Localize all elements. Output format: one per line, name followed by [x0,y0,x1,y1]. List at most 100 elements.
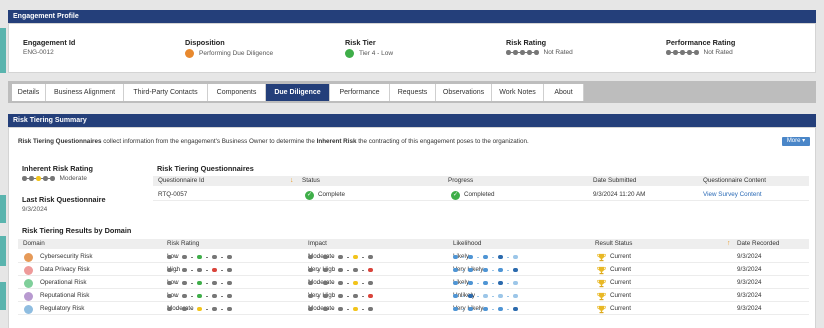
likelihood-dots-icon [453,303,518,315]
last-questionnaire-value: 9/3/2024 [22,206,48,213]
tab-requests[interactable]: Requests [390,84,436,101]
col-date-submitted[interactable]: Date Submitted [593,176,636,186]
domain-cell: Operational Risk [24,277,87,289]
accent-strip [0,282,6,310]
table-row: RTQ-0057 ✓ Complete ✓ Completed 9/3/2024 1… [153,189,809,201]
col-impact[interactable]: Impact [308,239,327,249]
col-questionnaire-content[interactable]: Questionnaire Content [703,176,766,186]
impact-cell: Moderate [308,251,373,263]
rating-dots-icon [506,50,539,55]
sort-arrow-icon[interactable]: ↑ [727,239,731,249]
disposition-value: Performing Due Diligence [185,49,273,58]
trophy-icon [597,266,606,274]
risk-rating-cell: High [167,264,232,276]
date-recorded-cell: 9/3/2024 [737,292,762,299]
rating-dots-icon [22,176,55,181]
date-recorded-cell: 9/3/2024 [737,266,762,273]
risk-rating-cell: Low [167,290,232,302]
rating-dots-icon [167,264,232,276]
view-survey-content-link[interactable]: View Survey Content [703,189,762,201]
rating-dots-icon [308,277,373,289]
likelihood-dots-icon [453,264,518,276]
domain-color-icon [24,265,33,275]
result-status-cell: Current [597,303,631,315]
likelihood-cell: Likely [453,277,518,289]
result-status-cell: Current [597,264,631,276]
domain-cell: Regulatory Risk [24,303,84,315]
risk-rating-cell: Moderate [167,303,232,315]
last-questionnaire-label: Last Risk Questionnaire [22,195,106,204]
domain-color-icon [24,291,33,301]
domain-results-header: Domain Risk Rating Impact Likelihood Res… [18,239,809,249]
disposition-label: Disposition [185,38,225,47]
rating-dots-icon [308,264,373,276]
risk-tier-label: Risk Tier [345,38,376,47]
risk-rating-cell: Low [167,277,232,289]
more-button[interactable]: More ▾ [782,137,810,146]
result-status-cell: Current [597,251,631,263]
rating-dots-icon [308,303,373,315]
table-row: Data Privacy Risk High Very High Very Likel… [18,264,809,276]
rating-dots-icon [308,290,373,302]
col-status[interactable]: Status [302,176,320,186]
likelihood-cell: Very Likely [453,264,518,276]
likelihood-dots-icon [453,277,518,289]
risk-rating-value: Not Rated [506,49,573,56]
col-likelihood[interactable]: Likelihood [453,239,481,249]
domain-cell: Data Privacy Risk [24,264,90,276]
tab-third-party-contacts[interactable]: Third-Party Contacts [124,84,208,101]
inherent-risk-rating-value: Moderate [22,175,87,182]
impact-cell: Moderate [308,303,373,315]
tab-observations[interactable]: Observations [436,84,492,101]
check-icon: ✓ [451,190,460,200]
domain-cell: Reputational Risk [24,290,89,302]
table-row: Regulatory Risk Moderate Moderate Very Like… [18,303,809,315]
likelihood-cell: Unlikely [453,290,518,302]
col-date-recorded[interactable]: Date Recorded [737,239,779,249]
table-row: Reputational Risk Low Very High Unlikely Cur… [18,290,809,302]
tab-details[interactable]: Details [12,84,46,101]
profile-panel: Engagement Id ENG-0012 Disposition Perfo… [8,23,816,73]
likelihood-dots-icon [453,290,518,302]
sort-arrow-icon[interactable]: ↓ [290,176,294,186]
col-risk-rating[interactable]: Risk Rating [167,239,199,249]
domain-color-icon [24,304,33,314]
col-questionnaire-id[interactable]: Questionnaire Id [158,176,204,186]
col-result-status[interactable]: Result Status [595,239,632,249]
tab-components[interactable]: Components [208,84,266,101]
questionnaires-header: Questionnaire Id ↓ Status Progress Date … [153,176,809,186]
profile-header: Engagement Profile [8,10,816,23]
result-status-cell: Current [597,290,631,302]
domain-cell: Cybersecurity Risk [24,251,92,263]
risk-rating-cell: Low [167,251,232,263]
tab-about[interactable]: About [544,84,584,101]
risk-tiering-summary-header: Risk Tiering Summary [8,114,816,127]
table-row: Operational Risk Low Moderate Likely Current… [18,277,809,289]
engagement-id-value: ENG-0012 [23,49,54,56]
risk-tier-value: Tier 4 - Low [345,49,393,58]
domain-results-title: Risk Tiering Results by Domain [22,226,132,235]
app-screen: Engagement Profile Engagement Id ENG-001… [0,0,824,328]
summary-description: Risk Tiering Questionnaires collect info… [18,138,529,145]
tab-business-alignment[interactable]: Business Alignment [46,84,124,101]
green-circle-icon [345,49,354,58]
tab-due-diligence[interactable]: Due Diligence [266,84,330,101]
date-recorded-cell: 9/3/2024 [737,253,762,260]
col-domain[interactable]: Domain [23,239,45,249]
risk-rating-label: Risk Rating [506,38,547,47]
date-recorded-cell: 9/3/2024 [737,279,762,286]
check-icon: ✓ [305,190,314,200]
rating-dots-icon [167,290,232,302]
date-recorded-cell: 9/3/2024 [737,305,762,312]
trophy-icon [597,279,606,287]
tab-performance[interactable]: Performance [330,84,390,101]
performance-rating-label: Performance Rating [666,38,736,47]
rating-dots-icon [167,277,232,289]
col-progress[interactable]: Progress [448,176,473,186]
rating-dots-icon [167,303,232,315]
likelihood-cell: Very Likely [453,303,518,315]
performance-rating-value: Not Rated [666,49,733,56]
tab-work-notes[interactable]: Work Notes [492,84,544,101]
engagement-id-label: Engagement Id [23,38,76,47]
trophy-icon [597,253,606,261]
